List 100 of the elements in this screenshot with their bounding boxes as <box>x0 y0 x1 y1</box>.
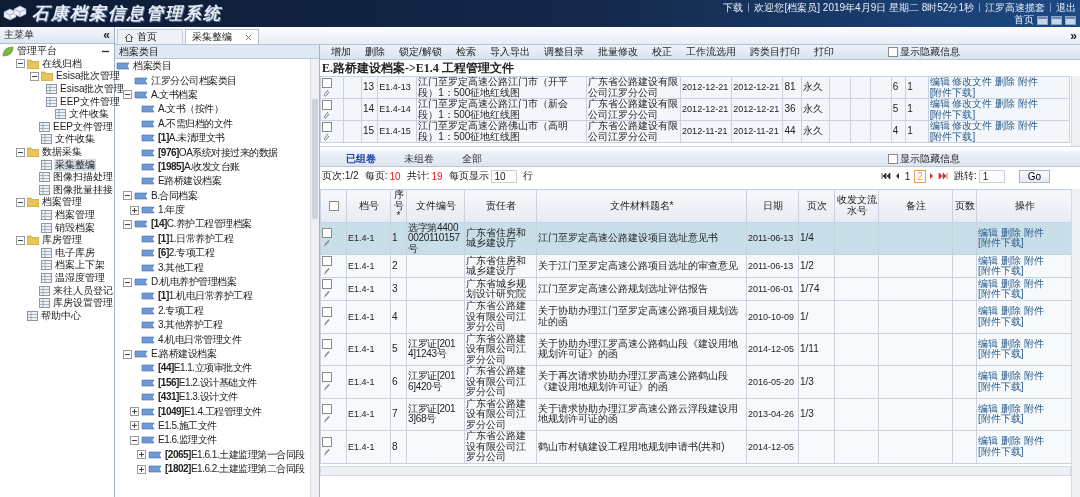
collapse-icon[interactable] <box>16 197 25 207</box>
checkbox-label[interactable]: 显示隐藏信息 <box>900 45 960 59</box>
column-header[interactable]: 文件材料题名* <box>536 189 747 222</box>
menu-item[interactable]: Esisa批次管理 <box>55 70 122 83</box>
action-link[interactable]: 删除 <box>1000 435 1021 447</box>
tree-node[interactable]: [431]E1.3.设计文件 <box>157 391 239 404</box>
action-link[interactable]: 附件 <box>1023 226 1044 238</box>
tree-node[interactable]: [1]1.机电日常养护工程 <box>157 290 254 303</box>
tree-node[interactable]: A.文书档案 <box>150 88 199 101</box>
action-link[interactable]: 附件 <box>1023 435 1044 447</box>
header-link[interactable]: 下载 <box>723 1 744 14</box>
window-icon[interactable] <box>1051 15 1062 25</box>
action-link[interactable]: 删除 <box>995 121 1016 131</box>
table-row[interactable]: E1.4-1 3 广东省城乡规划设计研究院 江门至罗定高速公路规划选址评估报告 2011-06-01 1/74 编辑 删除 附件 [附件下载] <box>320 277 1071 301</box>
checkbox[interactable] <box>322 100 332 110</box>
first-page-icon[interactable] <box>880 172 892 180</box>
menu-item[interactable]: 图像批量挂接 <box>52 183 114 196</box>
action-link[interactable]: 编辑 <box>978 277 998 289</box>
action-link[interactable]: 编辑 <box>978 402 998 414</box>
menu-item[interactable]: 图像扫描处理 <box>52 171 114 184</box>
tree-node[interactable]: 1.年度 <box>157 204 186 217</box>
menu-item[interactable]: 来往人员登记 <box>52 284 114 297</box>
action-link[interactable]: 删除 <box>1000 277 1021 289</box>
action-link[interactable]: [附件下载] <box>978 380 1024 392</box>
tree-node[interactable]: B.合同档案 <box>150 189 199 202</box>
menu-item[interactable]: 档案管理 <box>54 209 96 221</box>
table-row[interactable]: E1.4-1 8 广东省公路建设有限公司江罗分公司 鹤山市村镇建设工程用地规划申请书(共和) 2014-12-05 编辑 删除 附件 [附件下载] <box>320 430 1071 463</box>
scrollbar[interactable] <box>310 59 319 497</box>
tree-node[interactable]: [156]E1.2.设计基础文件 <box>157 376 258 389</box>
last-page-icon[interactable] <box>936 172 948 180</box>
action-link[interactable]: 编辑 <box>929 99 950 109</box>
tree-node[interactable]: E路桥建设档案 <box>157 175 223 188</box>
column-header[interactable]: 页次 <box>798 189 835 222</box>
action-link[interactable]: 附件 <box>1023 370 1044 382</box>
action-link[interactable]: 删除 <box>995 99 1016 109</box>
column-header[interactable]: 备注 <box>878 189 953 222</box>
menu-item[interactable]: 文件收集 <box>54 133 96 146</box>
header-link[interactable]: 江罗高速揽套 <box>985 1 1045 14</box>
menu-item[interactable]: 管理平台 <box>16 45 58 58</box>
action-link[interactable]: 编辑 <box>929 121 950 131</box>
column-header[interactable]: 操作 <box>976 189 1071 222</box>
toolbar-button[interactable]: 校正 <box>646 46 677 58</box>
checkbox[interactable] <box>888 47 898 57</box>
action-link[interactable]: 编辑 <box>978 305 998 317</box>
tree-node[interactable]: [2065]E1.6.1.土建监理第一合同段 <box>164 448 306 461</box>
tree-node[interactable]: 3.其他养护工程 <box>157 319 224 332</box>
page-jump-field[interactable]: 1 <box>978 169 1005 183</box>
menu-item[interactable]: 销毁档案 <box>54 221 96 234</box>
tree-node[interactable]: 江罗分公司档案类目 <box>150 74 238 87</box>
pencil-icon[interactable] <box>322 382 330 392</box>
action-link[interactable]: 附件 <box>1023 337 1044 349</box>
toolbar-button[interactable]: 跨类目打印 <box>744 46 805 58</box>
pencil-icon[interactable] <box>322 317 330 327</box>
expand-icon[interactable] <box>130 421 139 431</box>
tree-node[interactable]: E1.6.监理文件 <box>157 434 218 447</box>
scrollbar[interactable] <box>320 465 1071 476</box>
tree-node[interactable]: 2.专项工程 <box>157 304 205 317</box>
collapse-icon[interactable] <box>130 435 139 445</box>
action-link[interactable]: 编辑 <box>978 337 998 349</box>
menu-item[interactable]: 档案上下架 <box>54 259 106 272</box>
collapse-icon[interactable] <box>123 191 132 201</box>
checkbox[interactable] <box>322 78 332 88</box>
action-link[interactable]: 附件 <box>1023 254 1044 266</box>
action-link[interactable]: 附件 <box>1023 277 1044 289</box>
menu-item[interactable]: 在线归档 <box>41 57 83 70</box>
toolbar-button[interactable]: 打印 <box>808 46 839 58</box>
action-link[interactable]: 编辑 <box>929 77 950 87</box>
action-link[interactable]: 附件 <box>1018 99 1038 109</box>
checkbox[interactable] <box>322 278 332 289</box>
checkbox[interactable] <box>322 339 332 350</box>
table-row[interactable]: E1.4-1 2 广东省住房和城乡建设厅 关于江门至罗定高速公路项目选址的审查意见 2011-06-13 1/2 编辑 删除 附件 [附件下载] <box>320 254 1071 278</box>
view-tab[interactable]: 已组卷 <box>346 151 376 166</box>
view-tab[interactable]: 全部 <box>462 151 482 166</box>
collapse-icon[interactable] <box>16 147 25 157</box>
action-link[interactable]: [附件下载] <box>978 315 1024 327</box>
toolbar-button[interactable]: 检索 <box>450 46 481 58</box>
action-link[interactable]: [附件下载] <box>978 288 1024 299</box>
action-link[interactable]: 删除 <box>1000 402 1021 414</box>
column-header[interactable]: 收发文流水号 <box>834 189 879 222</box>
collapse-icon[interactable] <box>123 349 132 359</box>
pencil-icon[interactable] <box>322 350 330 360</box>
action-link[interactable]: 删除 <box>1000 337 1021 349</box>
action-link[interactable]: [附件下载] <box>978 413 1024 425</box>
pencil-icon[interactable] <box>322 447 330 457</box>
action-link[interactable]: 编辑 <box>978 435 998 447</box>
checkbox[interactable] <box>322 255 332 266</box>
collapse-icon[interactable] <box>123 220 132 229</box>
column-header[interactable]: 档号 <box>346 189 391 222</box>
pencil-icon[interactable] <box>322 289 330 299</box>
menu-item[interactable]: EEP文件管理 <box>52 120 114 133</box>
checkbox[interactable] <box>322 404 332 415</box>
action-link[interactable]: [附件下载] <box>978 348 1024 360</box>
pencil-icon[interactable] <box>322 239 330 249</box>
checkbox-label[interactable]: 显示隐藏信息 <box>900 151 960 166</box>
view-tab[interactable]: 未组卷 <box>404 151 434 166</box>
tree-node[interactable]: E1.5.施工文件 <box>157 419 218 432</box>
tree-node[interactable]: 3.其他工程 <box>157 261 205 274</box>
action-link[interactable]: 删除 <box>1000 254 1021 266</box>
action-link[interactable]: [附件下载] <box>929 86 976 98</box>
window-icon[interactable] <box>1065 15 1076 25</box>
